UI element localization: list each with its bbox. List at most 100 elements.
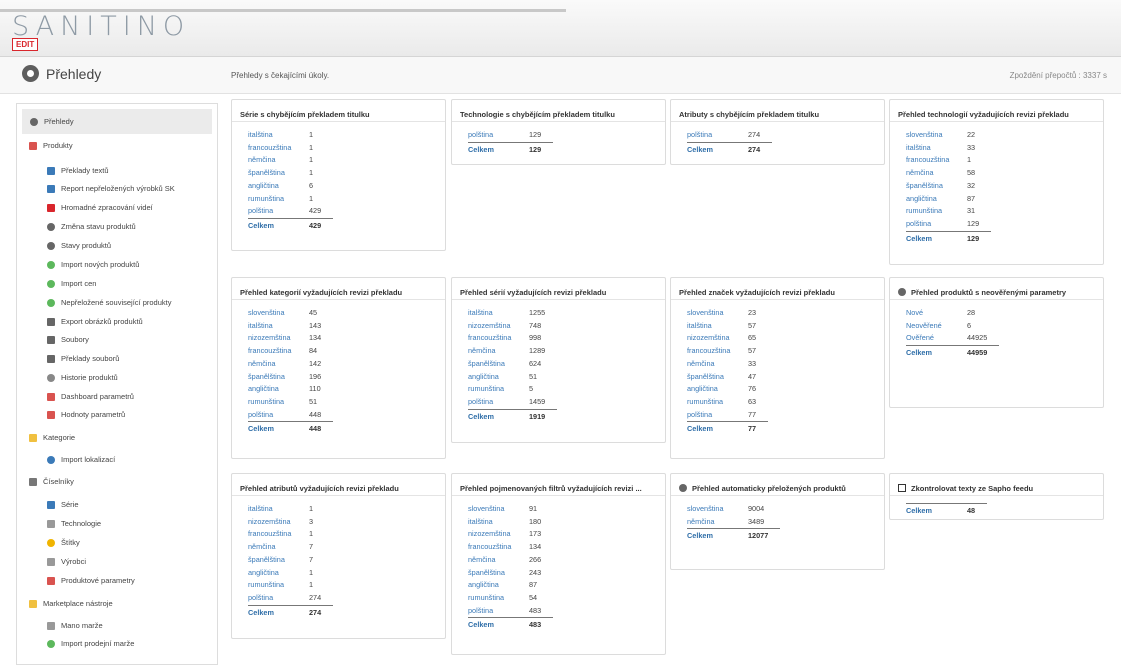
stat-label[interactable]: španělština [468, 358, 529, 371]
sidebar-item[interactable]: Nepřeložené související produkty [47, 298, 171, 307]
stat-label[interactable]: španělština [906, 180, 967, 193]
sidebar-item[interactable]: Technologie [47, 519, 101, 528]
sidebar-item[interactable]: Import nových produktů [47, 260, 139, 269]
stat-label[interactable]: Nové [906, 307, 967, 320]
sidebar-item[interactable]: Export obrázků produktů [47, 317, 143, 326]
stat-label[interactable]: polština [248, 205, 309, 218]
sidebar-item[interactable]: Stavy produktů [47, 241, 111, 250]
sidebar-item[interactable]: Import cen [47, 279, 96, 288]
stat-label[interactable]: italština [687, 320, 748, 333]
stat-label[interactable]: francouzština [248, 345, 309, 358]
stat-label[interactable]: polština [468, 396, 529, 409]
stat-label[interactable]: španělština [248, 371, 309, 384]
stat-label[interactable]: polština [468, 605, 529, 618]
total-label[interactable]: Celkem [906, 503, 967, 518]
stat-label[interactable]: slovenština [468, 503, 529, 516]
stat-label[interactable]: polština [906, 218, 967, 231]
stat-label[interactable]: nizozemština [248, 332, 309, 345]
stat-label[interactable]: angličtina [468, 579, 529, 592]
stat-label[interactable]: francouzština [468, 332, 529, 345]
stat-label[interactable]: slovenština [906, 129, 967, 142]
stat-label[interactable]: francouzština [687, 345, 748, 358]
stat-label[interactable]: španělština [248, 554, 309, 567]
sidebar-item[interactable]: Výrobci [47, 557, 86, 566]
stat-label[interactable]: němčina [468, 345, 529, 358]
stat-label[interactable]: Neověřené [906, 320, 967, 333]
stat-label[interactable]: polština [687, 129, 748, 142]
sidebar-item[interactable]: Kategorie [29, 433, 75, 442]
stat-label[interactable]: italština [906, 142, 967, 155]
total-label[interactable]: Celkem [687, 421, 748, 436]
sidebar-item[interactable]: Změna stavu produktů [47, 222, 136, 231]
stat-label[interactable]: angličtina [248, 383, 309, 396]
stat-label[interactable]: němčina [248, 154, 309, 167]
total-label[interactable]: Celkem [687, 141, 748, 157]
sidebar-item[interactable]: Historie produktů [47, 373, 118, 382]
stat-label[interactable]: polština [687, 409, 748, 422]
stat-label[interactable]: němčina [468, 554, 529, 567]
stat-label[interactable]: italština [248, 129, 309, 142]
stat-label[interactable]: angličtina [248, 180, 309, 193]
stat-label[interactable]: angličtina [906, 193, 967, 206]
stat-label[interactable]: italština [248, 503, 309, 516]
stat-label[interactable]: rumunština [248, 396, 309, 409]
stat-label[interactable]: němčina [687, 516, 748, 529]
stat-label[interactable]: španělština [468, 567, 529, 580]
stat-label[interactable]: němčina [248, 358, 309, 371]
stat-label[interactable]: nizozemština [248, 516, 309, 529]
sidebar-item[interactable]: Import prodejní marže [47, 639, 134, 648]
stat-label[interactable]: polština [468, 129, 529, 142]
stat-label[interactable]: němčina [906, 167, 967, 180]
sidebar-item[interactable]: Marketplace nástroje [29, 599, 113, 608]
sidebar-item[interactable]: Překlady souborů [47, 354, 119, 363]
total-label[interactable]: Celkem [906, 230, 967, 246]
stat-label[interactable]: francouzština [906, 154, 967, 167]
stat-label[interactable]: nizozemština [468, 320, 529, 333]
sidebar-item[interactable]: Série [47, 500, 79, 509]
stat-label[interactable]: nizozemština [687, 332, 748, 345]
stat-label[interactable]: němčina [687, 358, 748, 371]
sidebar-item[interactable]: Produkty [29, 141, 73, 150]
stat-label[interactable]: slovenština [687, 307, 748, 320]
total-label[interactable]: Celkem [906, 345, 967, 360]
stat-label[interactable]: španělština [687, 371, 748, 384]
stat-label[interactable]: němčina [248, 541, 309, 554]
stat-label[interactable]: rumunština [468, 592, 529, 605]
sidebar-item[interactable]: Soubory [47, 335, 89, 344]
stat-label[interactable]: italština [468, 516, 529, 529]
stat-label[interactable]: polština [248, 592, 309, 605]
total-label[interactable]: Celkem [468, 408, 529, 424]
stat-label[interactable]: slovenština [248, 307, 309, 320]
stat-label[interactable]: rumunština [248, 579, 309, 592]
sidebar-item[interactable]: Hromadné zpracování videí [47, 203, 153, 212]
stat-label[interactable]: italština [468, 307, 529, 320]
sidebar-item[interactable]: Číselníky [29, 477, 74, 486]
sidebar-item[interactable]: Import lokalizací [47, 455, 115, 464]
sidebar-item[interactable]: Produktové parametry [47, 576, 135, 585]
sidebar-item[interactable]: Dashboard parametrů [47, 392, 134, 401]
sidebar-item[interactable]: Mano marže [47, 621, 103, 630]
stat-label[interactable]: rumunština [687, 396, 748, 409]
sidebar-item[interactable]: Štítky [47, 538, 80, 547]
stat-label[interactable]: rumunština [248, 193, 309, 206]
total-label[interactable]: Celkem [468, 141, 529, 157]
total-label[interactable]: Celkem [248, 421, 309, 436]
total-label[interactable]: Celkem [468, 617, 529, 632]
stat-label[interactable]: rumunština [906, 205, 967, 218]
stat-label[interactable]: francouzština [248, 142, 309, 155]
total-label[interactable]: Celkem [687, 528, 748, 543]
stat-label[interactable]: angličtina [468, 371, 529, 384]
stat-label[interactable]: polština [248, 409, 309, 422]
stat-label[interactable]: angličtina [248, 567, 309, 580]
sidebar-item[interactable]: Report nepřeložených výrobků SK [47, 184, 175, 193]
stat-label[interactable]: angličtina [687, 383, 748, 396]
total-label[interactable]: Celkem [248, 604, 309, 620]
app-logo[interactable]: SANITINO [12, 11, 190, 42]
stat-label[interactable]: francouzština [468, 541, 529, 554]
sidebar-item[interactable]: Překlady textů [47, 166, 109, 175]
stat-label[interactable]: Ověřené [906, 332, 967, 345]
stat-label[interactable]: italština [248, 320, 309, 333]
stat-label[interactable]: španělština [248, 167, 309, 180]
total-label[interactable]: Celkem [248, 217, 309, 233]
stat-label[interactable]: nizozemština [468, 528, 529, 541]
